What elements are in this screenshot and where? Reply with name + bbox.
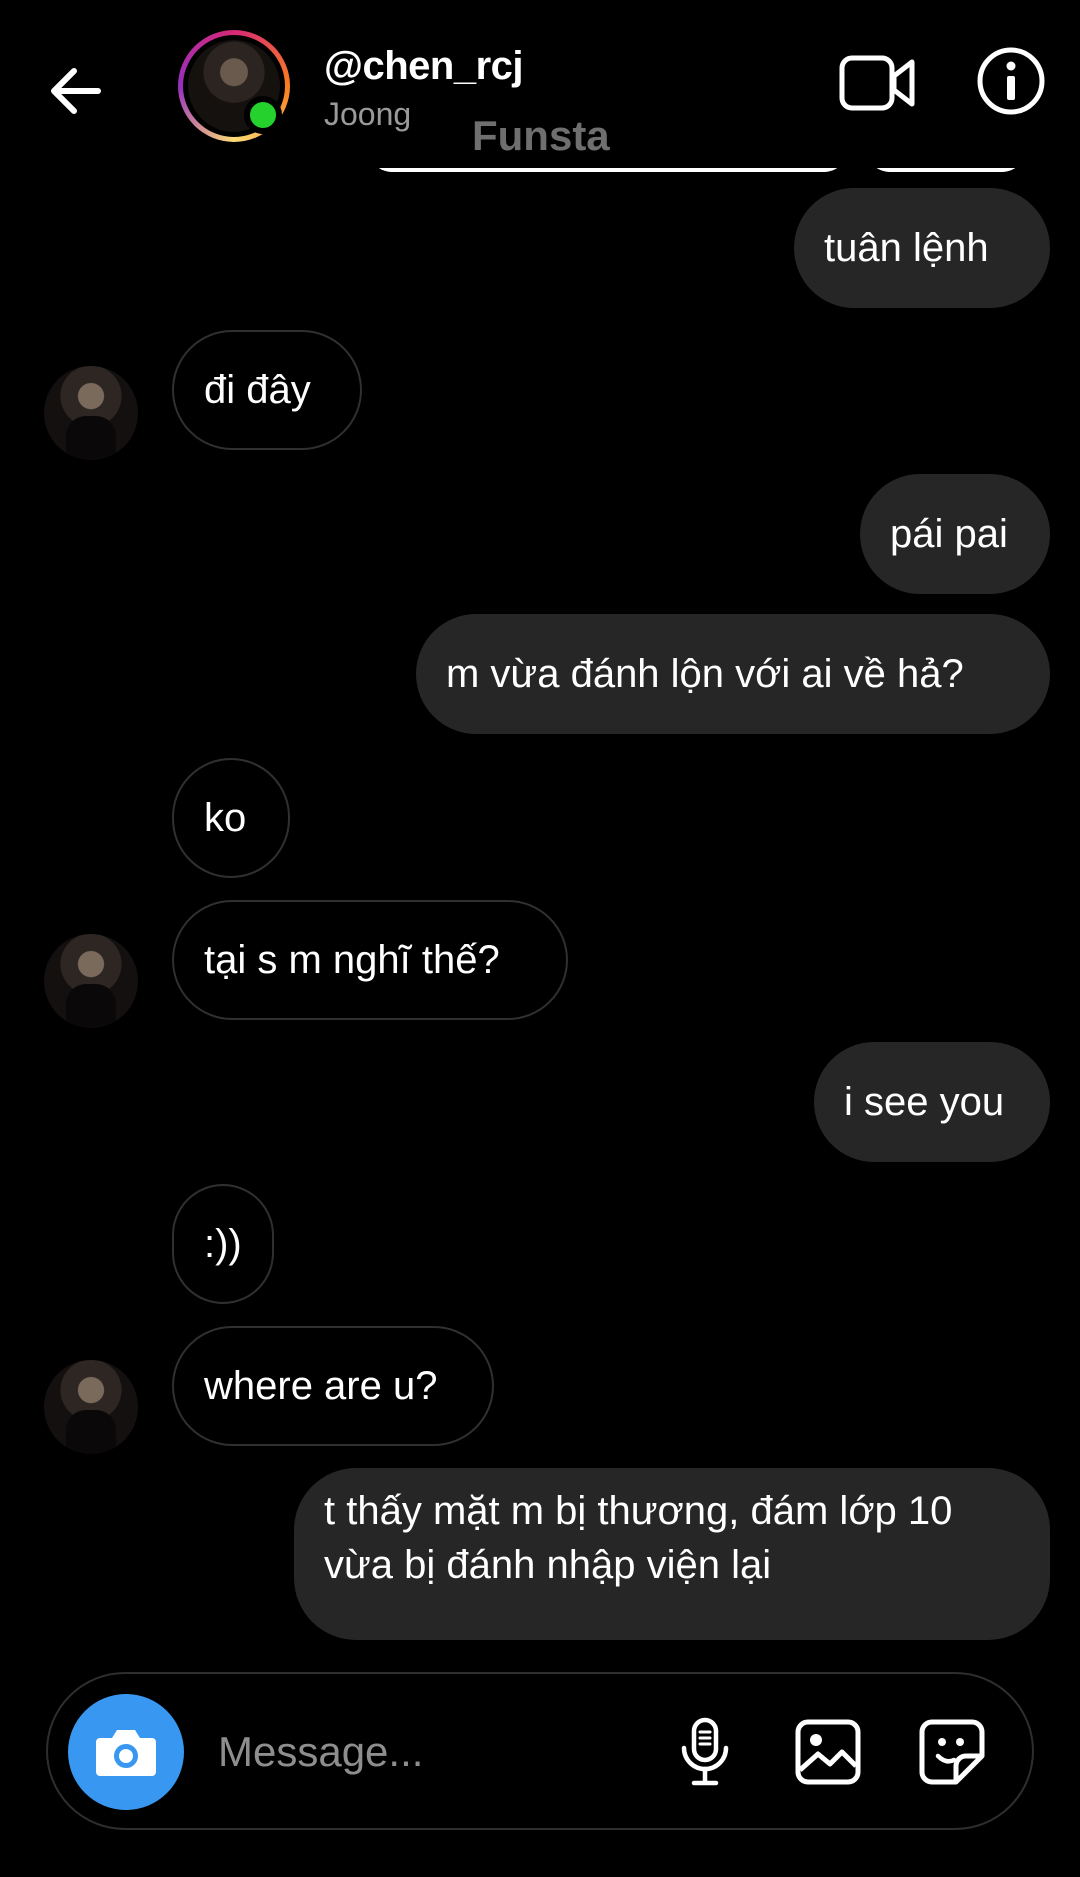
sender-avatar[interactable]	[44, 1360, 138, 1454]
video-camera-icon	[839, 55, 915, 111]
microphone-icon	[681, 1717, 729, 1786]
message-composer	[46, 1672, 1034, 1830]
message-bubble-outgoing[interactable]: m vừa đánh lộn với ai về hả?	[416, 614, 1050, 734]
sender-avatar[interactable]	[44, 366, 138, 460]
info-icon	[977, 47, 1045, 115]
video-call-button[interactable]	[838, 48, 916, 118]
message-bubble-incoming[interactable]: đi đây	[172, 330, 362, 450]
header-display-name: Joong	[324, 96, 412, 132]
dm-thread-screen: @chen_rcj Joong Funsta tuân lệnh đi đây …	[0, 0, 1080, 1877]
message-bubble-incoming[interactable]: tại s m nghĩ thế?	[172, 900, 568, 1020]
back-button[interactable]	[40, 55, 112, 127]
message-line: vừa bị đánh nhập viện lại	[324, 1543, 772, 1587]
arrow-left-icon	[51, 68, 101, 114]
image-icon	[795, 1719, 861, 1785]
message-bubble-outgoing[interactable]: tuân lệnh	[794, 188, 1050, 308]
header-username[interactable]: @chen_rcj	[324, 44, 524, 89]
message-bubble-incoming[interactable]: :))	[172, 1184, 274, 1304]
message-line: t thấy mặt m bị thương, đám lớp 10	[324, 1489, 953, 1533]
gallery-button[interactable]	[794, 1718, 862, 1786]
info-button[interactable]	[976, 46, 1046, 116]
voice-message-button[interactable]	[676, 1716, 734, 1788]
message-input[interactable]	[218, 1720, 578, 1784]
sticker-button[interactable]	[918, 1718, 986, 1786]
camera-button[interactable]	[68, 1694, 184, 1810]
sticker-icon	[919, 1719, 985, 1785]
online-status-dot	[244, 96, 282, 134]
message-bubble-outgoing[interactable]: i see you	[814, 1042, 1050, 1162]
overlay-text: Funsta	[472, 112, 610, 159]
sender-avatar[interactable]	[44, 934, 138, 1028]
message-bubble-outgoing[interactable]: t thấy mặt m bị thương, đám lớp 10 vừa b…	[294, 1468, 1050, 1640]
message-bubble-outgoing[interactable]: pái pai	[860, 474, 1050, 594]
message-bubble-incoming[interactable]: ko	[172, 758, 290, 878]
message-bubble-incoming[interactable]: where are u?	[172, 1326, 494, 1446]
camera-icon	[96, 1730, 156, 1776]
